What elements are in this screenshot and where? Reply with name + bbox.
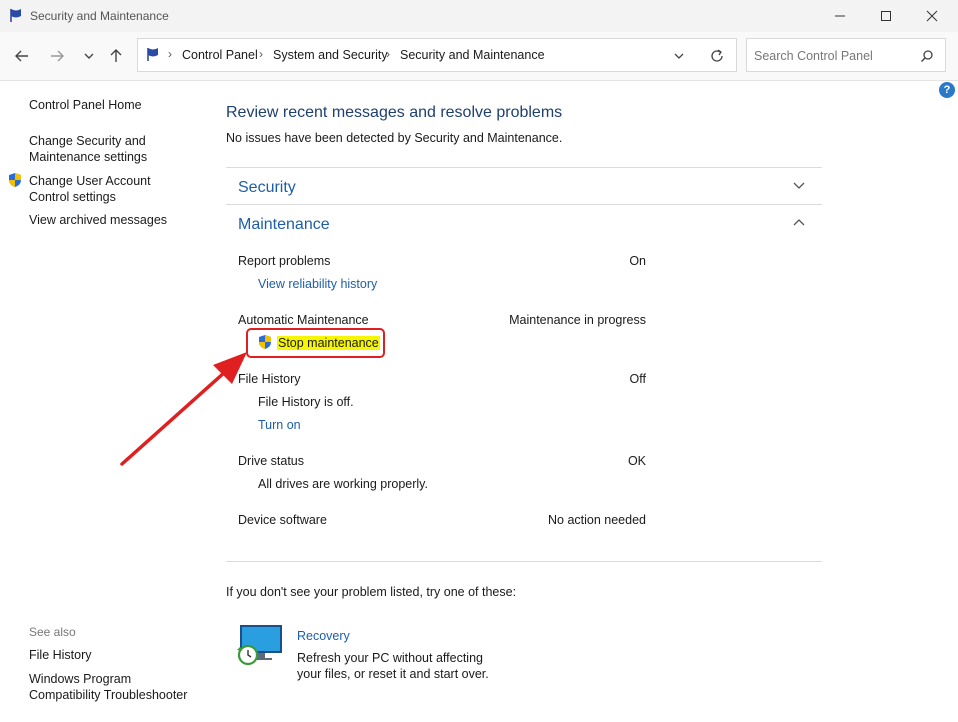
- device-software-status: No action needed: [548, 513, 646, 527]
- divider: [226, 204, 822, 205]
- divider: [226, 167, 822, 168]
- flag-icon: [10, 9, 21, 22]
- sidebar-change-security-settings[interactable]: Change Security and Maintenance settings: [29, 133, 179, 165]
- breadcrumb-separator-icon: ›: [168, 47, 172, 61]
- report-problems-label: Report problems: [238, 254, 331, 268]
- search-icon[interactable]: [920, 49, 934, 63]
- recovery-icon[interactable]: [236, 623, 286, 669]
- chevron-down-icon: [84, 53, 94, 59]
- control-panel-flag-icon: [147, 48, 158, 61]
- annotation-arrow-icon: [120, 352, 247, 466]
- page-heading: Review recent messages and resolve probl…: [226, 104, 563, 121]
- drive-status-value: OK: [627, 454, 646, 468]
- breadcrumb-separator-icon: ›: [386, 47, 390, 61]
- close-icon: [926, 10, 938, 22]
- maintenance-section-header[interactable]: Maintenance: [238, 216, 330, 234]
- breadcrumb-system-security[interactable]: System and Security: [273, 48, 388, 62]
- chevron-up-icon[interactable]: [792, 217, 806, 229]
- suggestion-text: If you don't see your problem listed, tr…: [226, 585, 517, 599]
- breadcrumb-security-maintenance[interactable]: Security and Maintenance: [400, 48, 545, 62]
- drive-status-detail: All drives are working properly.: [258, 477, 428, 491]
- minimize-icon: [835, 15, 845, 17]
- status-message: No issues have been detected by Security…: [226, 131, 563, 145]
- stop-maintenance-link[interactable]: Stop maintenance: [277, 336, 380, 350]
- report-problems-status: On: [629, 254, 646, 268]
- search-placeholder: Search Control Panel: [754, 49, 873, 63]
- refresh-icon[interactable]: [709, 48, 725, 64]
- breadcrumb-control-panel[interactable]: Control Panel: [182, 48, 258, 62]
- view-reliability-history-link[interactable]: View reliability history: [258, 277, 377, 291]
- turn-on-link[interactable]: Turn on: [258, 418, 301, 432]
- sidebar-control-panel-home[interactable]: Control Panel Home: [29, 97, 142, 113]
- file-history-status: Off: [629, 372, 646, 386]
- automatic-maintenance-status: Maintenance in progress: [509, 313, 646, 327]
- maximize-icon: [881, 11, 891, 21]
- device-software-label: Device software: [238, 513, 327, 527]
- drive-status-label: Drive status: [238, 454, 304, 468]
- recent-locations-button[interactable]: [77, 44, 101, 68]
- up-button[interactable]: [104, 44, 128, 68]
- recovery-link[interactable]: Recovery: [297, 629, 350, 643]
- file-history-detail: File History is off.: [258, 395, 354, 409]
- chevron-down-icon[interactable]: [792, 180, 806, 192]
- window-title: Security and Maintenance: [30, 9, 169, 23]
- back-button[interactable]: [10, 44, 34, 68]
- recovery-description: Refresh your PC without affecting your f…: [297, 651, 489, 681]
- file-history-label: File History: [238, 372, 301, 386]
- arrow-right-icon: [51, 50, 64, 62]
- sidebar-file-history[interactable]: File History: [29, 647, 92, 663]
- security-section-header[interactable]: Security: [238, 179, 296, 197]
- divider: [226, 561, 822, 562]
- close-button[interactable]: [909, 0, 955, 32]
- forward-button[interactable]: [45, 44, 69, 68]
- arrow-up-icon: [110, 49, 122, 62]
- see-also-title: See also: [29, 625, 76, 639]
- help-icon[interactable]: ?: [939, 82, 955, 98]
- uac-shield-icon: [259, 335, 271, 349]
- sidebar-view-archived-messages[interactable]: View archived messages: [29, 212, 167, 228]
- automatic-maintenance-label: Automatic Maintenance: [238, 313, 369, 327]
- arrow-left-icon: [15, 50, 28, 62]
- address-dropdown-icon[interactable]: [673, 50, 685, 62]
- sidebar-compatibility-troubleshooter[interactable]: Windows Program Compatibility Troublesho…: [29, 671, 189, 703]
- sidebar-change-uac-settings[interactable]: Change User Account Control settings: [29, 173, 194, 205]
- uac-shield-icon: [9, 173, 21, 187]
- maximize-button[interactable]: [863, 0, 909, 32]
- breadcrumb-separator-icon: ›: [259, 47, 263, 61]
- minimize-button[interactable]: [817, 0, 863, 32]
